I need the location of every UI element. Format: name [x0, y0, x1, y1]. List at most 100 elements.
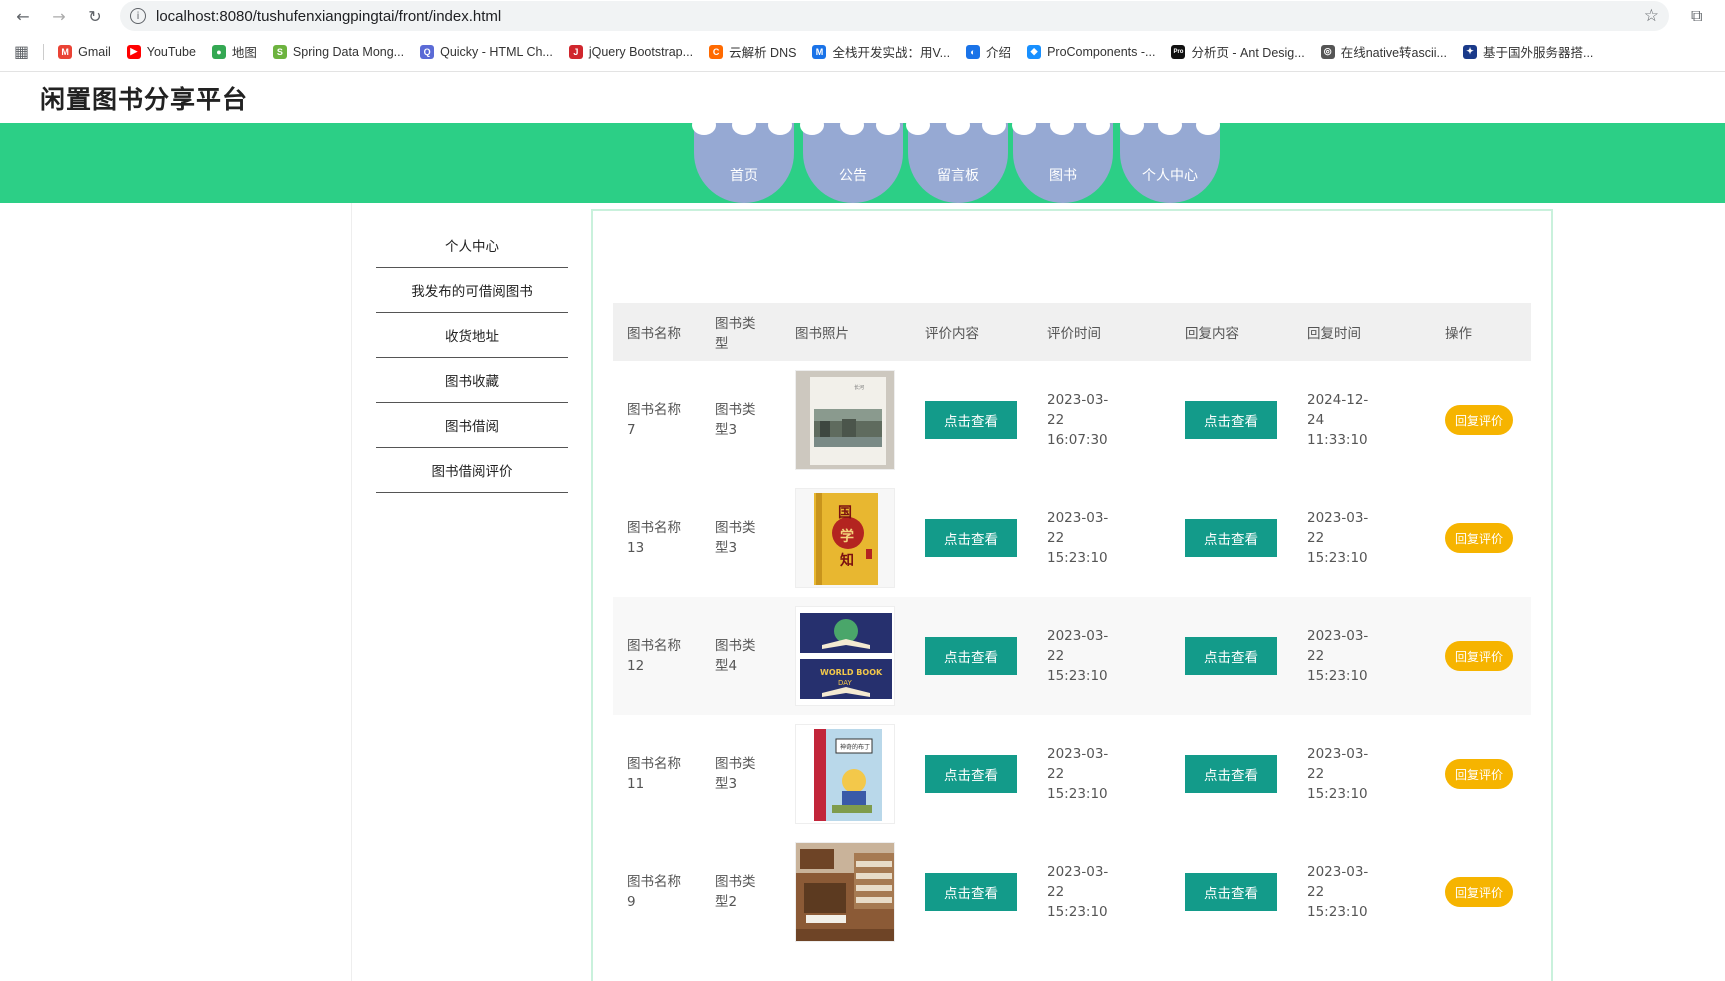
nav-scallop [982, 115, 1006, 135]
reviews-table: 图书名称 图书类型 图书照片 评价内容 评价时间 回复内容 回复时间 操作 图书… [613, 303, 1531, 951]
cell-actions: 回复评价 [1431, 833, 1531, 951]
site-title: 闲置图书分享平台 [40, 84, 249, 114]
sidebar-item-my-published-books[interactable]: 我发布的可借阅图书 [376, 268, 568, 313]
cell-review-content: 点击查看 [911, 361, 1033, 479]
cell-reply-content: 点击查看 [1171, 715, 1293, 833]
reply-review-button[interactable]: 回复评价 [1445, 405, 1513, 435]
cell-reply-time: 2024-12-24 11:33:10 [1293, 361, 1431, 479]
bookmark-item[interactable]: Q Quicky - HTML Ch... [420, 44, 553, 59]
cell-book-type: 图书类型3 [701, 479, 781, 597]
cell-book-type: 图书类型4 [701, 597, 781, 715]
book-name-text: 图书名称12 [627, 638, 681, 674]
nav-item-personal-center[interactable]: 个人中心 [1120, 123, 1220, 203]
bookmark-list: M Gmail ▶ YouTube ● 地图 S Spring Data Mong... Q Qu… [58, 42, 1609, 61]
review-time-text: 2023-03-22 15:23:10 [1047, 510, 1109, 566]
nav-item-books[interactable]: 图书 [1013, 123, 1113, 203]
nav-scallop [800, 115, 824, 135]
cell-actions: 回复评价 [1431, 715, 1531, 833]
view-review-button[interactable]: 点击查看 [925, 873, 1017, 911]
address-bar[interactable]: i localhost:8080/tushufenxiangpingtai/fr… [120, 1, 1669, 31]
cell-review-content: 点击查看 [911, 479, 1033, 597]
bookmark-item[interactable]: M Gmail [58, 44, 111, 59]
view-review-button[interactable]: 点击查看 [925, 637, 1017, 675]
book-type-text: 图书类型3 [715, 520, 756, 556]
forward-arrow-icon[interactable]: → [48, 5, 70, 27]
cell-reply-time: 2023-03-22 15:23:10 [1293, 833, 1431, 951]
nav-scallop [946, 115, 970, 135]
cell-review-content: 点击查看 [911, 715, 1033, 833]
sidebar-item-label: 图书收藏 [445, 374, 499, 390]
reply-review-button[interactable]: 回复评价 [1445, 759, 1513, 789]
bookmark-favicon-icon: ◆ [1027, 44, 1042, 59]
book-photo-thumbnail[interactable]: 长河 [795, 370, 895, 470]
bookmark-label: Gmail [78, 44, 111, 59]
bookmark-item[interactable]: JjQuery Bootstrap... [568, 44, 693, 59]
back-arrow-icon[interactable]: ← [12, 5, 34, 27]
bookmark-item[interactable]: ◆ ProComponents -... [1027, 44, 1155, 59]
extensions-icon[interactable]: ⧉ [1691, 6, 1713, 26]
reply-time-text: 2024-12-24 11:33:10 [1307, 392, 1369, 448]
reply-time-text: 2023-03-22 15:23:10 [1307, 510, 1369, 566]
site-info-icon[interactable]: i [130, 8, 146, 24]
nav-item-label: 留言板 [937, 168, 979, 184]
bookmark-item[interactable]: ◐ 介绍 [966, 42, 1011, 61]
nav-item-label: 首页 [730, 168, 758, 184]
nav-item-message-board[interactable]: 留言板 [908, 123, 1008, 203]
bookmark-item[interactable]: Pro 分析页 - Ant Desig... [1171, 42, 1305, 61]
view-review-button[interactable]: 点击查看 [925, 755, 1017, 793]
reply-review-button[interactable]: 回复评价 [1445, 523, 1513, 553]
col-header-book-photo: 图书照片 [795, 326, 849, 342]
cell-book-name: 图书名称9 [613, 833, 701, 951]
bookmark-item[interactable]: M 全栈开发实战：用V... [812, 42, 950, 61]
sidebar-item-personal-center[interactable]: 个人中心 [376, 223, 568, 268]
sidebar-item-label: 收货地址 [445, 329, 499, 345]
sidebar-item-label: 我发布的可借阅图书 [411, 284, 533, 300]
star-icon[interactable]: ☆ [1644, 6, 1659, 26]
book-photo-thumbnail[interactable] [795, 842, 895, 942]
cell-book-name: 图书名称7 [613, 361, 701, 479]
nav-item-notices[interactable]: 公告 [803, 123, 903, 203]
bookmark-item[interactable]: ▶ YouTube [126, 44, 196, 59]
bookmark-favicon-icon: Q [420, 44, 435, 59]
col-header-reply-content: 回复内容 [1185, 326, 1239, 342]
bookmark-favicon-icon: ◎ [1320, 44, 1335, 59]
nav-item-home[interactable]: 首页 [694, 123, 794, 203]
view-reply-button[interactable]: 点击查看 [1185, 873, 1277, 911]
nav-scallop [840, 115, 864, 135]
bookmark-item[interactable]: C 云解析 DNS [709, 42, 796, 61]
view-review-button[interactable]: 点击查看 [925, 519, 1017, 557]
cell-book-photo: WORLD BOOK DAY [781, 597, 911, 715]
cell-book-type: 图书类型2 [701, 833, 781, 951]
col-header-actions: 操作 [1445, 326, 1472, 342]
site-header: 闲置图书分享平台 [0, 72, 1725, 123]
col-header-book-type-text: 图书类型 [715, 316, 756, 352]
bookmark-item[interactable]: ◎ 在线native转ascii... [1320, 42, 1447, 61]
reply-review-button[interactable]: 回复评价 [1445, 641, 1513, 671]
bookmark-label: YouTube [146, 44, 196, 59]
sidebar-item-shipping-address[interactable]: 收货地址 [376, 313, 568, 358]
book-photo-thumbnail[interactable]: 神奇的布丁 [795, 724, 895, 824]
reload-icon[interactable]: ↻ [84, 5, 106, 27]
nav-scallop [1120, 115, 1144, 135]
view-reply-button[interactable]: 点击查看 [1185, 637, 1277, 675]
sidebar-item-borrowing-reviews[interactable]: 图书借阅评价 [376, 448, 568, 493]
nav-scallop [906, 115, 930, 135]
bookmark-favicon-icon: C [709, 44, 724, 59]
cell-review-time: 2023-03-22 15:23:10 [1033, 833, 1171, 951]
apps-grid-icon[interactable]: ▦ [14, 42, 29, 61]
sidebar-item-book-favorites[interactable]: 图书收藏 [376, 358, 568, 403]
view-reply-button[interactable]: 点击查看 [1185, 755, 1277, 793]
sidebar-item-book-borrowing[interactable]: 图书借阅 [376, 403, 568, 448]
reply-review-button[interactable]: 回复评价 [1445, 877, 1513, 907]
bookmark-item[interactable]: ● 地图 [211, 42, 257, 61]
view-review-button[interactable]: 点击查看 [925, 401, 1017, 439]
cell-reply-time: 2023-03-22 15:23:10 [1293, 597, 1431, 715]
book-photo-thumbnail[interactable]: WORLD BOOK DAY [795, 606, 895, 706]
bookmark-item[interactable]: S Spring Data Mong... [272, 44, 404, 59]
nav-item-label: 图书 [1049, 168, 1077, 184]
view-reply-button[interactable]: 点击查看 [1185, 519, 1277, 557]
cell-book-photo [781, 833, 911, 951]
book-photo-thumbnail[interactable]: 国学知 [795, 488, 895, 588]
bookmark-item[interactable]: ✦ 基于国外服务器搭... [1462, 42, 1593, 61]
view-reply-button[interactable]: 点击查看 [1185, 401, 1277, 439]
